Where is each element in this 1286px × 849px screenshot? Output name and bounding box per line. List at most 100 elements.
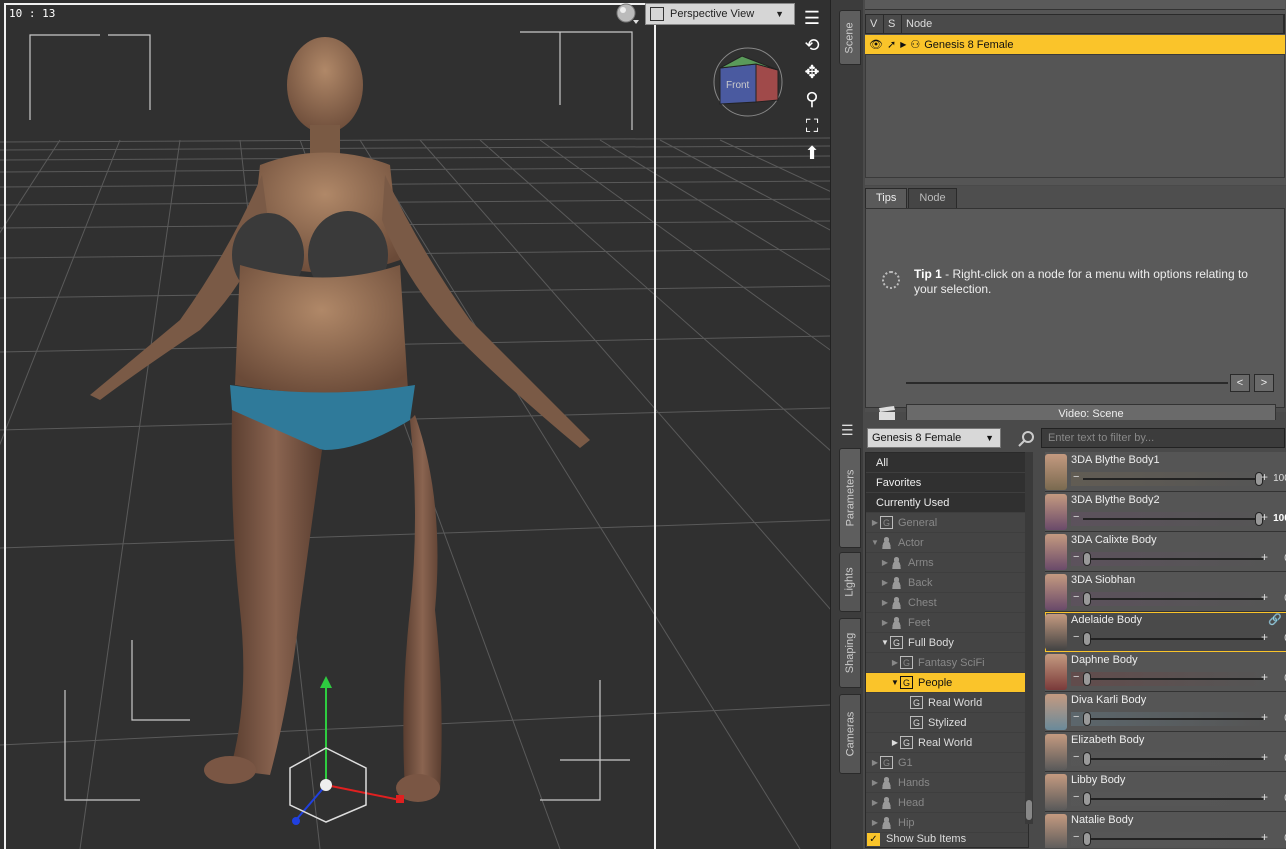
increment-button[interactable]: + bbox=[1261, 750, 1268, 764]
morph-row[interactable]: Diva Karli Body−+0.0% bbox=[1045, 692, 1286, 732]
decrement-button[interactable]: − bbox=[1073, 471, 1079, 483]
expand-right-icon[interactable]: ▶ bbox=[880, 598, 890, 607]
increment-button[interactable]: + bbox=[1261, 510, 1268, 524]
expand-arrow-icon[interactable]: ▶ bbox=[900, 40, 906, 49]
expand-right-icon[interactable]: ▶ bbox=[870, 778, 880, 787]
tab-lights[interactable]: Lights bbox=[839, 552, 861, 612]
tree-item[interactable]: ▶ G Fantasy SciFi bbox=[866, 653, 1028, 673]
tab-cameras[interactable]: Cameras bbox=[839, 694, 861, 774]
col-visible[interactable]: V bbox=[866, 15, 884, 33]
decrement-button[interactable]: − bbox=[1073, 631, 1079, 643]
slider-knob[interactable] bbox=[1083, 552, 1091, 566]
scene-list[interactable] bbox=[865, 54, 1285, 178]
increment-button[interactable]: + bbox=[1261, 670, 1268, 684]
decrement-button[interactable]: − bbox=[1073, 711, 1079, 723]
morph-option-icons[interactable]: 🔗 ♡ bbox=[1268, 613, 1286, 626]
tree-item[interactable]: All bbox=[866, 453, 1028, 473]
slider-track[interactable] bbox=[1083, 798, 1263, 800]
pan-icon[interactable]: ✥ bbox=[798, 59, 826, 86]
tree-item[interactable]: ▼ G People bbox=[866, 673, 1028, 693]
expand-right-icon[interactable]: ▶ bbox=[890, 738, 900, 747]
morph-row[interactable]: Elizabeth Body−+0.0% bbox=[1045, 732, 1286, 772]
morph-row[interactable]: 3DA Blythe Body1 − +100.0% bbox=[1045, 452, 1286, 492]
slider-knob[interactable] bbox=[1083, 712, 1091, 726]
morph-value[interactable]: 100.0% bbox=[1273, 513, 1286, 524]
navigation-cube[interactable]: Front bbox=[712, 46, 784, 118]
increment-button[interactable]: + bbox=[1261, 550, 1268, 564]
tree-item[interactable]: ▶ G Real World bbox=[866, 733, 1028, 753]
tree-item[interactable]: ▶ Back bbox=[866, 573, 1028, 593]
increment-button[interactable]: + bbox=[1261, 470, 1268, 484]
morph-row[interactable]: 3DA Calixte Body−+0.0% bbox=[1045, 532, 1286, 572]
tree-item[interactable]: ▼ Actor bbox=[866, 533, 1028, 553]
slider-knob[interactable] bbox=[1083, 632, 1091, 646]
morph-slider[interactable]: −+0.0% bbox=[1071, 750, 1286, 766]
filter-input[interactable]: Enter text to filter by... bbox=[1041, 428, 1285, 448]
render-sphere-icon[interactable] bbox=[615, 2, 641, 26]
expand-down-icon[interactable]: ▼ bbox=[890, 678, 900, 687]
decrement-button[interactable]: − bbox=[1073, 671, 1079, 683]
morph-row[interactable]: Libby Body−+0.0% bbox=[1045, 772, 1286, 812]
tree-item[interactable]: ▶ Chest bbox=[866, 593, 1028, 613]
slider-knob[interactable] bbox=[1083, 752, 1091, 766]
morph-slider[interactable]: −+0.0% bbox=[1071, 830, 1286, 846]
expand-right-icon[interactable]: ▶ bbox=[880, 618, 890, 627]
tree-item[interactable]: ▶ G G1 bbox=[866, 753, 1028, 773]
eye-icon[interactable]: 👁 bbox=[869, 38, 883, 51]
col-node[interactable]: Node bbox=[902, 15, 1284, 33]
tree-item[interactable]: Favorites bbox=[866, 473, 1028, 493]
show-sub-items-checkbox[interactable]: ✓ Show Sub Items bbox=[867, 830, 966, 848]
slider-track[interactable] bbox=[1083, 518, 1263, 520]
morph-row[interactable]: Adelaide Body🔗 ♡−+0.0% bbox=[1045, 612, 1286, 652]
tree-item[interactable]: ▶ Head bbox=[866, 793, 1028, 813]
increment-button[interactable]: + bbox=[1261, 630, 1268, 644]
morph-row[interactable]: 3DA Blythe Body2 − +100.0% bbox=[1045, 492, 1286, 532]
morph-slider[interactable]: − +100.0% bbox=[1071, 510, 1286, 526]
tree-item[interactable]: ▶ Arms bbox=[866, 553, 1028, 573]
slider-track[interactable] bbox=[1083, 838, 1263, 840]
view-menu-icon[interactable]: ☰ bbox=[798, 5, 826, 32]
zoom-icon[interactable]: ⚲ bbox=[798, 86, 826, 113]
orbit-icon[interactable]: ⟲ bbox=[798, 32, 826, 59]
morph-row[interactable]: 3DA Siobhan−+0.0% bbox=[1045, 572, 1286, 612]
increment-button[interactable]: + bbox=[1261, 830, 1268, 844]
expand-right-icon[interactable]: ▶ bbox=[870, 518, 880, 527]
increment-button[interactable]: + bbox=[1261, 790, 1268, 804]
expand-right-icon[interactable]: ▶ bbox=[870, 798, 880, 807]
tip-progress-track[interactable] bbox=[906, 382, 1228, 384]
decrement-button[interactable]: − bbox=[1073, 551, 1079, 563]
morph-slider[interactable]: −+0.0% bbox=[1071, 550, 1286, 566]
tab-tips[interactable]: Tips bbox=[865, 188, 908, 208]
col-selectable[interactable]: S bbox=[884, 15, 902, 33]
viewport[interactable]: 10 : 13 Perspective View ▼ ☰ ⟲ ✥ ⚲ ⛶ ⬆ F… bbox=[0, 0, 830, 849]
tab-node[interactable]: Node bbox=[908, 188, 957, 208]
slider-knob[interactable] bbox=[1083, 832, 1091, 846]
tree-item[interactable]: ▶ G General bbox=[866, 513, 1028, 533]
scene-node-row[interactable]: 👁 ➚ ▶ ⚇ Genesis 8 Female bbox=[865, 35, 1285, 54]
slider-track[interactable] bbox=[1083, 718, 1263, 720]
next-tip-button[interactable]: > bbox=[1254, 374, 1274, 392]
morph-slider[interactable]: −+0.0% bbox=[1071, 710, 1286, 726]
morph-slider[interactable]: −+0.0% bbox=[1071, 790, 1286, 806]
scrollbar-thumb[interactable] bbox=[1026, 800, 1032, 820]
slider-track[interactable] bbox=[1083, 758, 1263, 760]
decrement-button[interactable]: − bbox=[1073, 511, 1079, 523]
expand-right-icon[interactable]: ▶ bbox=[880, 578, 890, 587]
morph-slider[interactable]: −+0.0% bbox=[1071, 670, 1286, 686]
morph-value[interactable]: 100.0% bbox=[1273, 473, 1286, 484]
expand-right-icon[interactable]: ▶ bbox=[870, 818, 880, 827]
tree-item[interactable]: G Real World bbox=[866, 693, 1028, 713]
morph-row[interactable]: Daphne Body−+0.0% bbox=[1045, 652, 1286, 692]
morph-slider[interactable]: − +100.0% bbox=[1071, 470, 1286, 486]
tree-item[interactable]: ▶ Hands bbox=[866, 773, 1028, 793]
decrement-button[interactable]: − bbox=[1073, 791, 1079, 803]
tree-item[interactable]: Currently Used bbox=[866, 493, 1028, 513]
expand-right-icon[interactable]: ▶ bbox=[870, 758, 880, 767]
tree-scrollbar[interactable] bbox=[1025, 452, 1033, 824]
figure-selector[interactable]: Genesis 8 Female ▼ bbox=[867, 428, 1001, 448]
tab-shaping[interactable]: Shaping bbox=[839, 618, 861, 688]
tree-item[interactable]: ▼ G Full Body bbox=[866, 633, 1028, 653]
panel-menu-icon[interactable]: ☰ bbox=[841, 422, 854, 439]
parameter-tree[interactable]: All Favorites Currently Used ▶ G General ▼ Acto… bbox=[865, 452, 1029, 848]
prev-tip-button[interactable]: < bbox=[1230, 374, 1250, 392]
